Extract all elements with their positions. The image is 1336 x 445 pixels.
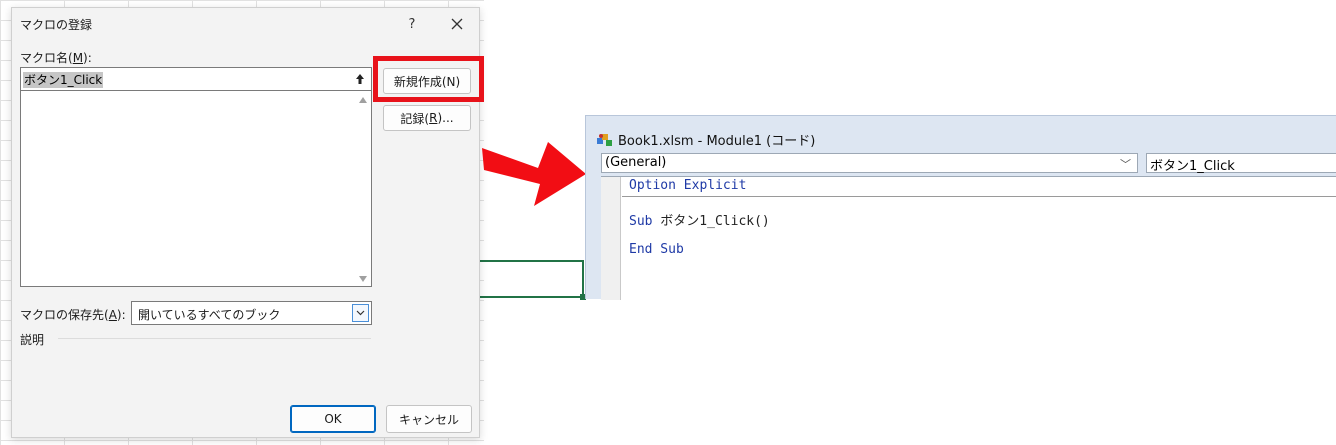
list-scrollbar[interactable] [355,91,371,286]
vba-module-icon [597,133,612,146]
select-up-button[interactable] [349,68,371,90]
code-gutter [601,177,621,300]
vbe-title-bar: Book1.xlsm - Module1 (コード) [596,130,815,149]
arrow-up-icon [356,74,364,84]
procedure-combo[interactable]: ボタン1_Click [1146,153,1336,174]
code-line-sub: Sub ボタン1_Click() [629,214,770,229]
highlight-box [373,56,484,102]
macro-name-label: マクロ名(M): [20,51,92,65]
scroll-down-icon[interactable] [359,276,367,282]
code-line-end-sub: End Sub [629,242,684,257]
macros-in-label: マクロの保存先(A): [20,308,126,322]
macro-name-value: ボタン1_Click [23,72,104,88]
object-combo[interactable]: (General) ﹀ [601,153,1138,173]
excel-selected-cell[interactable] [478,260,584,298]
cancel-button[interactable]: キャンセル [386,405,472,433]
help-button[interactable]: ? [400,12,424,36]
red-arrow-icon [482,142,586,206]
vbe-title: Book1.xlsm - Module1 (コード) [618,134,816,149]
close-icon [451,18,463,30]
code-line-option-explicit: Option Explicit [629,178,747,193]
code-editor[interactable]: Option Explicit Sub ボタン1_Click() End Sub [601,176,1336,300]
vbe-code-window: Book1.xlsm - Module1 (コード) (General) ﹀ ボ… [585,115,1336,300]
close-button[interactable] [444,12,470,36]
scroll-up-icon[interactable] [359,97,367,103]
macro-name-input[interactable]: ボタン1_Click [20,67,372,91]
macros-in-select[interactable]: 開いているすべてのブック [131,301,372,325]
description-label: 説明 [20,333,45,347]
macro-list[interactable] [20,91,372,287]
record-macro-button[interactable]: 記録(R)... [383,105,471,131]
chevron-down-icon[interactable]: ﹀ [1120,156,1131,172]
object-combo-value: (General) [605,155,667,170]
description-divider [58,338,371,339]
procedure-combo-value: ボタン1_Click [1150,159,1235,174]
assign-macro-dialog: マクロの登録 ? マクロ名(M): ボタン1_Click 新規作成(N) 記録(… [11,7,484,438]
dialog-title: マクロの登録 [20,18,93,32]
macros-in-value: 開いているすべてのブック [138,308,281,322]
procedure-separator [622,196,1336,197]
chevron-down-icon [356,310,365,316]
ok-button[interactable]: OK [290,405,376,433]
dropdown-button[interactable] [352,304,369,322]
